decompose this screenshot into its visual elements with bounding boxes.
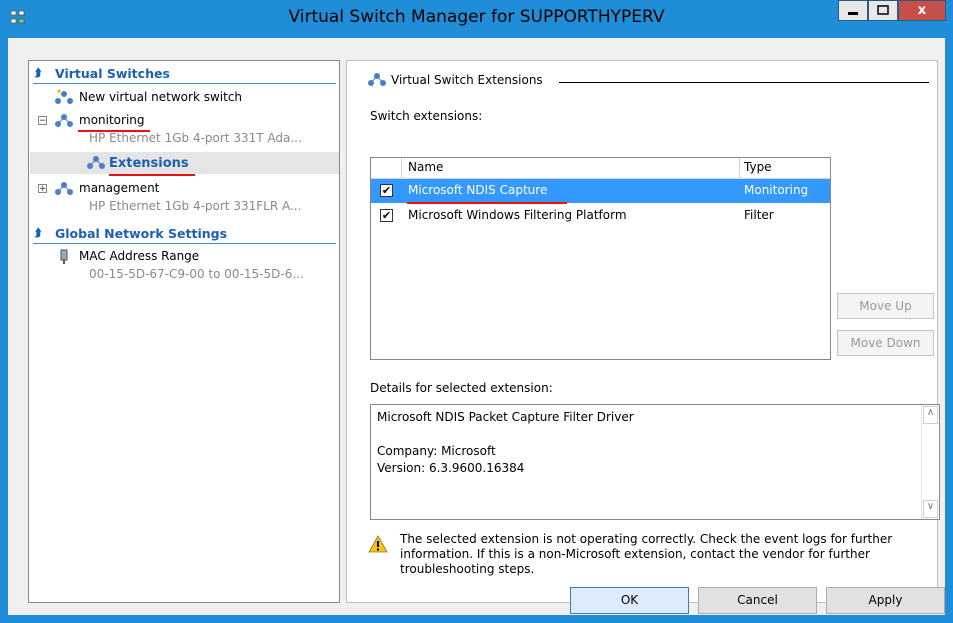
dialog-body: ⮭ Virtual Switches New virtual network s… [8,38,945,615]
extensions-icon [87,156,105,169]
details-label: Details for selected extension: [370,381,553,395]
virtual-switches-header-label: Virtual Switches [55,66,170,81]
enable-checkbox[interactable]: ✔ [380,184,393,197]
title-bar[interactable]: Virtual Switch Manager for SUPPORTHYPERV… [0,0,953,38]
scroll-down-icon[interactable]: ∨ [923,500,938,518]
enable-checkbox[interactable]: ✔ [380,209,393,222]
details-version: Version: 6.3.9600.16384 [377,461,525,475]
mac-address-icon [60,249,68,264]
details-box[interactable]: Microsoft NDIS Packet Capture Filter Dri… [370,404,940,520]
collapse-chevron-icon: ⮭ [35,66,42,79]
ok-button[interactable]: OK [570,587,689,614]
list-header: Name Type [371,158,830,179]
new-virtual-switch-item[interactable]: New virtual network switch [79,90,242,104]
column-divider [739,158,740,178]
minimize-icon [848,12,858,15]
move-up-button[interactable]: Move Up [837,293,934,319]
network-switch-icon [55,114,73,127]
close-button[interactable]: x [898,0,946,21]
details-title: Microsoft NDIS Packet Capture Filter Dri… [377,410,634,424]
management-adapter: HP Ethernet 1Gb 4-port 331FLR A... [89,199,302,213]
management-expander[interactable]: + [38,184,47,194]
warning-message: The selected extension is not operating … [400,532,893,576]
column-header-name[interactable]: Name [408,160,443,174]
move-down-button[interactable]: Move Down [837,330,934,356]
switch-extensions-label: Switch extensions: [370,109,483,123]
details-company: Company: Microsoft [377,444,496,458]
minimize-button[interactable] [838,0,868,21]
column-divider [401,158,402,178]
annotation-underline [109,174,195,176]
global-network-settings-header[interactable]: ⮭ Global Network Settings [33,225,336,244]
new-switch-icon [55,90,73,104]
group-title: Virtual Switch Extensions [391,73,543,87]
maximize-button[interactable] [868,0,898,21]
switch-extensions-list[interactable]: Name Type ✔ Microsoft NDIS Capture Monit… [370,157,831,360]
details-scrollbar[interactable]: ∧ ∨ [921,405,939,519]
close-icon: x [917,3,927,18]
window: Virtual Switch Manager for SUPPORTHYPERV… [0,0,953,623]
warning-icon [368,535,388,553]
maximize-icon [877,5,889,15]
group-divider [559,82,929,83]
extension-row-wfp[interactable]: ✔ Microsoft Windows Filtering Platform F… [371,204,830,228]
virtual-switch-extensions-icon [368,73,386,86]
extension-row-ndis-capture[interactable]: ✔ Microsoft NDIS Capture Monitoring [371,179,830,203]
tree-item-extensions[interactable]: Extensions [109,156,189,171]
monitoring-expander[interactable]: − [38,116,47,126]
column-header-type[interactable]: Type [744,160,772,174]
cancel-button[interactable]: Cancel [698,587,817,614]
extensions-pane: Virtual Switch Extensions Switch extensi… [346,60,940,603]
extension-name: Microsoft Windows Filtering Platform [408,208,627,222]
navigation-tree: ⮭ Virtual Switches New virtual network s… [28,60,340,603]
tree-item-monitoring[interactable]: monitoring [79,113,145,127]
extension-name: Microsoft NDIS Capture [408,183,548,197]
apply-button[interactable]: Apply [826,587,945,614]
global-network-settings-label: Global Network Settings [55,226,228,241]
virtual-switches-header[interactable]: ⮭ Virtual Switches [33,65,336,84]
window-title: Virtual Switch Manager for SUPPORTHYPERV [288,7,665,27]
tree-item-management[interactable]: management [79,181,159,195]
monitoring-adapter: HP Ethernet 1Gb 4-port 331T Ada... [89,131,302,145]
mac-address-range-value: 00-15-5D-67-C9-00 to 00-15-5D-6... [89,267,304,281]
collapse-chevron-icon: ⮭ [35,226,42,239]
extension-type: Filter [744,208,774,222]
network-switch-icon [55,182,73,195]
scroll-up-icon[interactable]: ∧ [923,406,938,424]
tree-item-mac-address-range[interactable]: MAC Address Range [79,249,199,263]
extension-type: Monitoring [744,183,809,197]
